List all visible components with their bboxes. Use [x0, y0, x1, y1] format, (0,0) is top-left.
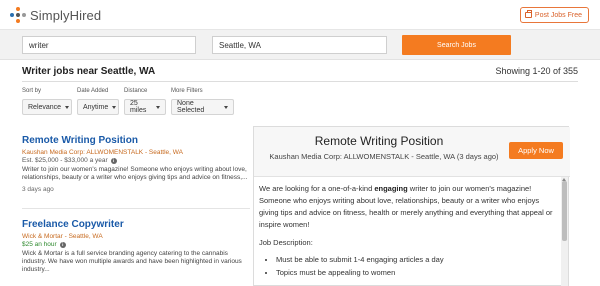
- location-input[interactable]: Seattle, WA: [212, 36, 387, 54]
- job-detail-title: Remote Writing Position: [314, 134, 444, 148]
- job-description: Writer to join our women's magazine! Som…: [22, 166, 248, 181]
- job-detail-panel: Remote Writing Position Kaushan Media Co…: [253, 126, 570, 286]
- caret-down-icon: [156, 105, 160, 109]
- divider: [22, 81, 578, 82]
- job-salary: $25 an hour i: [22, 241, 250, 248]
- caret-down-icon: [65, 105, 70, 109]
- job-intro: We are looking for a one-of-a-kind engag…: [259, 183, 559, 231]
- search-jobs-button[interactable]: Search Jobs: [402, 35, 511, 55]
- filter-distance: Distance 25 miles: [124, 88, 166, 115]
- filter-sort-by: Sort by Relevance: [22, 88, 72, 115]
- filter-label: Sort by: [22, 88, 42, 94]
- results-title: Writer jobs near Seattle, WA: [22, 66, 156, 77]
- info-icon[interactable]: i: [59, 241, 66, 248]
- top-header: SimplyHired Post Jobs Free: [0, 0, 600, 30]
- filter-label: Distance: [124, 88, 148, 94]
- scroll-thumb[interactable]: [562, 181, 567, 241]
- filter-date-added: Date Added Anytime: [77, 88, 119, 115]
- intro-bold: engaging: [374, 184, 408, 193]
- job-title[interactable]: Freelance Copywriter: [22, 219, 250, 230]
- job-detail-body: We are looking for a one-of-a-kind engag…: [259, 183, 559, 280]
- salary-text: $25 an hour: [22, 241, 57, 248]
- filter-label: More Filters: [171, 88, 203, 94]
- job-company: Wick & Mortar - Seattle, WA: [22, 233, 103, 240]
- section-label: Job Description:: [259, 238, 313, 247]
- logo-dots-icon: [10, 7, 26, 23]
- post-jobs-label: Post Jobs Free: [534, 11, 582, 19]
- dropdown-value: 25 miles: [130, 100, 147, 114]
- search-bar: writer Seattle, WA Search Jobs: [0, 30, 600, 60]
- list-item: Topics must be appealing to women: [276, 267, 559, 279]
- caret-down-icon: [224, 105, 228, 109]
- distance-dropdown[interactable]: 25 miles: [124, 99, 166, 115]
- job-age: 3 days ago: [22, 186, 54, 193]
- info-icon[interactable]: i: [110, 157, 117, 164]
- job-company: Kaushan Media Corp: ALLWOMENSTALK - Seat…: [22, 149, 183, 156]
- simplyhired-logo[interactable]: SimplyHired: [10, 7, 101, 23]
- job-detail-subtitle: Kaushan Media Corp: ALLWOMENSTALK - Seat…: [269, 152, 499, 161]
- job-card[interactable]: Freelance Copywriter Wick & Mortar - Sea…: [22, 219, 250, 274]
- post-jobs-button[interactable]: Post Jobs Free: [519, 7, 589, 23]
- divider: [22, 208, 250, 209]
- bullet-list: Must be able to submit 1-4 engaging arti…: [259, 254, 559, 279]
- results-count: Showing 1-20 of 355: [495, 66, 578, 76]
- filter-more: More Filters None Selected: [171, 88, 234, 115]
- keyword-input[interactable]: writer: [22, 36, 196, 54]
- sort-by-dropdown[interactable]: Relevance: [22, 99, 72, 115]
- apply-now-button[interactable]: Apply Now: [509, 142, 563, 159]
- logo-text: SimplyHired: [30, 7, 102, 23]
- dropdown-value: Relevance: [28, 103, 62, 111]
- caret-down-icon: [112, 105, 117, 109]
- filter-label: Date Added: [77, 88, 109, 94]
- list-item: Must be able to submit 1-4 engaging arti…: [276, 254, 559, 266]
- job-detail-header: Remote Writing Position Kaushan Media Co…: [254, 127, 570, 177]
- dropdown-value: Anytime: [83, 103, 109, 111]
- job-salary: Est. $25,000 - $33,000 a year i: [22, 157, 250, 164]
- salary-text: Est. $25,000 - $33,000 a year: [22, 157, 108, 164]
- job-card[interactable]: Remote Writing Position Kaushan Media Co…: [22, 135, 250, 193]
- more-filters-dropdown[interactable]: None Selected: [171, 99, 234, 115]
- job-description: Wick & Mortar is a full service branding…: [22, 250, 242, 273]
- date-added-dropdown[interactable]: Anytime: [77, 99, 119, 115]
- job-title[interactable]: Remote Writing Position: [22, 135, 250, 146]
- briefcase-icon: [524, 10, 532, 18]
- dropdown-value: None Selected: [177, 100, 205, 114]
- intro-text: We are looking for a one-of-a-kind: [259, 184, 375, 193]
